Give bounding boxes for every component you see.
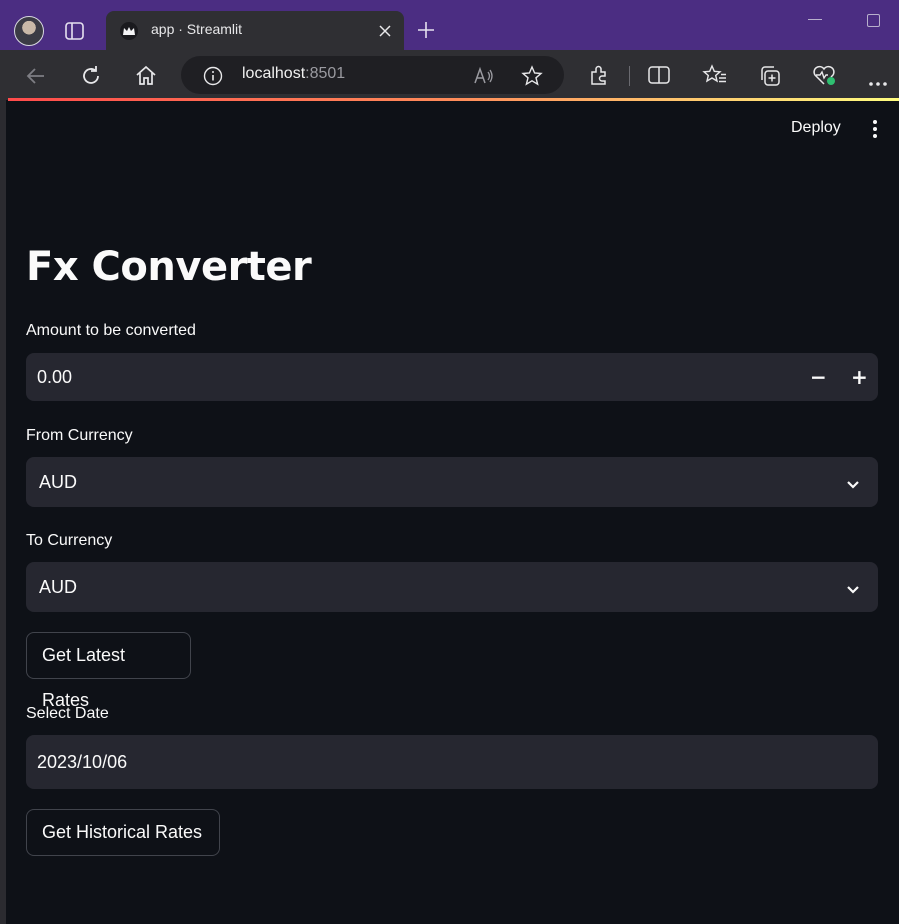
url-text: localhost:8501 <box>242 65 345 83</box>
date-input[interactable]: 2023/10/06 <box>26 735 878 789</box>
to-currency-select[interactable]: AUD <box>26 562 878 612</box>
info-icon[interactable] <box>203 66 223 90</box>
chevron-down-icon[interactable] <box>846 475 860 494</box>
address-bar[interactable]: localhost:8501 <box>181 56 564 94</box>
tab-active[interactable]: app · Streamlit <box>106 11 404 50</box>
streamlit-decoration-bar <box>8 98 899 101</box>
close-icon[interactable] <box>378 23 392 42</box>
from-currency-value: AUD <box>39 472 78 492</box>
to-currency-value: AUD <box>39 577 78 597</box>
tab-strip: app · Streamlit <box>0 0 899 50</box>
main-menu-icon[interactable] <box>873 120 877 141</box>
refresh-icon[interactable] <box>79 64 103 92</box>
increment-button[interactable]: + <box>851 366 868 388</box>
favorite-star-icon[interactable] <box>521 65 543 91</box>
get-latest-rates-button[interactable]: Get Latest Rates <box>26 632 191 710</box>
page-title: Fx Converter <box>26 244 312 290</box>
url-host: localhost <box>242 65 306 82</box>
date-value[interactable]: 2023/10/06 <box>37 752 127 773</box>
tab-actions-icon[interactable] <box>64 20 86 46</box>
read-aloud-icon[interactable] <box>473 66 495 90</box>
chevron-down-icon[interactable] <box>846 580 860 599</box>
tab-title: app · Streamlit <box>151 21 243 37</box>
streamlit-crown-icon <box>120 22 138 40</box>
to-currency-label: To Currency <box>26 532 113 549</box>
collections-icon[interactable] <box>758 64 782 92</box>
favorites-icon[interactable] <box>702 64 728 90</box>
amount-number-input[interactable]: 0.00 − + <box>26 353 878 401</box>
split-screen-icon[interactable] <box>647 64 671 90</box>
url-port: :8501 <box>305 65 346 82</box>
browser-essentials-icon[interactable] <box>812 64 838 92</box>
more-icon[interactable] <box>868 72 888 91</box>
amount-value[interactable]: 0.00 <box>37 367 72 388</box>
profile-avatar[interactable] <box>14 16 44 46</box>
browser-toolbar: localhost:8501 <box>0 50 899 100</box>
deploy-button[interactable]: Deploy <box>791 119 841 137</box>
amount-label: Amount to be converted <box>26 322 196 339</box>
window-edge <box>0 100 6 924</box>
extensions-icon[interactable] <box>588 64 610 90</box>
select-date-label: Select Date <box>26 705 109 722</box>
maximize-icon[interactable] <box>867 14 880 27</box>
toolbar-divider <box>629 66 630 86</box>
decrement-button[interactable]: − <box>810 366 827 388</box>
minimize-icon[interactable] <box>808 19 822 20</box>
from-currency-select[interactable]: AUD <box>26 457 878 507</box>
from-currency-label: From Currency <box>26 427 133 444</box>
back-icon[interactable] <box>24 64 48 92</box>
plus-icon[interactable] <box>416 20 436 44</box>
get-historical-rates-button[interactable]: Get Historical Rates <box>26 809 220 856</box>
home-icon[interactable] <box>134 64 158 92</box>
